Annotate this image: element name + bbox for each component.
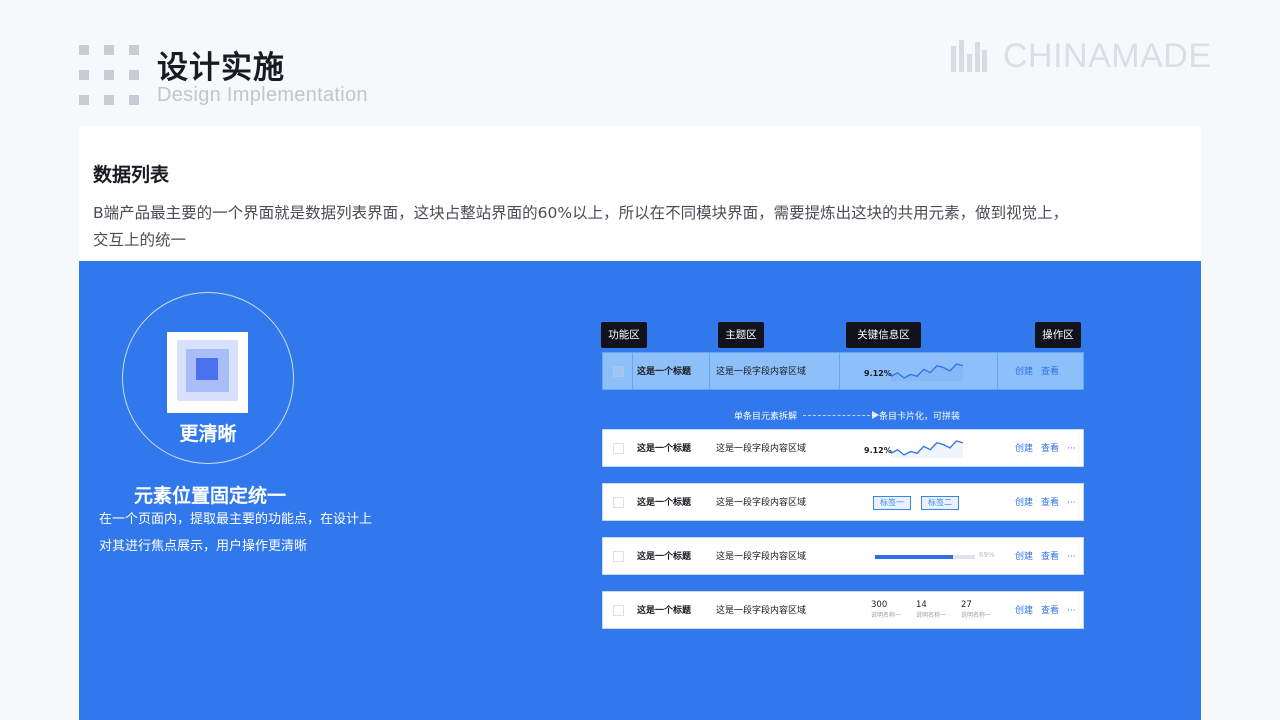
view-link[interactable]: 查看 — [1041, 552, 1059, 562]
row-title: 这是一个标题 — [637, 367, 692, 377]
zone-tag-key-info: 关键信息区 — [846, 322, 921, 348]
feature-badge-label: 更清晰 — [179, 423, 237, 445]
create-link[interactable]: 创建 — [1015, 367, 1033, 377]
list-item[interactable]: 这是一个标题 这是一段字段内容区域 300 说明名称一 14 说明名称一 27 … — [602, 591, 1084, 629]
stat-value: 300 — [871, 600, 888, 610]
progress-label: 69% — [979, 551, 995, 559]
page-title: 设计实施 — [157, 50, 285, 86]
layers-square-icon — [167, 332, 248, 413]
feature-description: 在一个页面内，提取最主要的功能点，在设计上对其进行焦点展示，用户操作更清晰 — [99, 512, 373, 554]
row-checkbox[interactable] — [613, 497, 624, 508]
tag-pill[interactable]: 标签二 — [921, 496, 959, 510]
row-title: 这是一个标题 — [637, 552, 692, 562]
zone-tag-function: 功能区 — [601, 322, 647, 348]
create-link[interactable]: 创建 — [1015, 444, 1033, 454]
brand-logo: CHINAMADE — [951, 36, 1212, 75]
list-item[interactable]: 这是一个标题 这是一段字段内容区域 标签一 标签二 创建 查看 ··· — [602, 483, 1084, 521]
page-subtitle: Design Implementation — [157, 84, 368, 106]
view-link[interactable]: 查看 — [1041, 498, 1059, 508]
create-link[interactable]: 创建 — [1015, 552, 1033, 562]
progress-bar — [875, 555, 975, 559]
brand-name: CHINAMADE — [1003, 36, 1212, 75]
row-checkbox[interactable] — [613, 443, 624, 454]
row-checkbox[interactable] — [613, 551, 624, 562]
row-checkbox[interactable] — [613, 605, 624, 616]
row-checkbox[interactable] — [613, 366, 624, 377]
view-link[interactable]: 查看 — [1041, 444, 1059, 454]
sparkline-area — [891, 364, 963, 381]
card-label: 条目卡片化，可拼装 — [879, 412, 961, 422]
section-heading: 数据列表 — [93, 164, 170, 186]
stat-item: 27 说明名称一 — [961, 600, 991, 620]
intro-card: 数据列表 B端产品最主要的一个界面就是数据列表界面，这块占整站界面的60%以上，… — [79, 126, 1201, 261]
more-icon[interactable]: ··· — [1067, 606, 1076, 616]
stat-label: 说明名称一 — [961, 612, 992, 619]
dashed-arrow-line — [803, 415, 875, 416]
sparkline-area — [891, 441, 963, 458]
create-link[interactable]: 创建 — [1015, 498, 1033, 508]
stat-item: 300 说明名称一 — [871, 600, 901, 620]
list-item-highlighted[interactable]: 这是一个标题 这是一段字段内容区域 9.12% 创建 查看 — [602, 352, 1084, 390]
row-content: 这是一段字段内容区域 — [716, 606, 807, 616]
more-icon[interactable]: ··· — [1067, 444, 1076, 454]
row-title: 这是一个标题 — [637, 498, 692, 508]
grid-dots-icon — [79, 45, 139, 105]
zone-tag-subject: 主题区 — [718, 322, 764, 348]
create-link[interactable]: 创建 — [1015, 606, 1033, 616]
list-item[interactable]: 这是一个标题 这是一段字段内容区域 9.12% 创建 查看 ··· — [602, 429, 1084, 467]
zone-tag-actions: 操作区 — [1035, 322, 1081, 348]
sparkline-chart — [891, 440, 963, 458]
row-content: 这是一段字段内容区域 — [716, 444, 807, 454]
row-percent: 9.12% — [864, 369, 892, 378]
view-link[interactable]: 查看 — [1041, 606, 1059, 616]
stat-label: 说明名称一 — [871, 612, 902, 619]
brand-bars-icon — [951, 40, 987, 72]
row-title: 这是一个标题 — [637, 444, 692, 454]
more-icon[interactable]: ··· — [1067, 552, 1076, 562]
list-item[interactable]: 这是一个标题 这是一段字段内容区域 69% 创建 查看 ··· — [602, 537, 1084, 575]
stat-item: 14 说明名称一 — [916, 600, 946, 620]
view-link[interactable]: 查看 — [1041, 367, 1059, 377]
stat-value: 27 — [961, 600, 972, 610]
row-content: 这是一段字段内容区域 — [716, 498, 807, 508]
stat-label: 说明名称一 — [916, 612, 947, 619]
row-content: 这是一段字段内容区域 — [716, 552, 807, 562]
progress-bar-fill — [875, 555, 953, 559]
row-percent: 9.12% — [864, 446, 892, 455]
showcase-panel: 更清晰 元素位置固定统一 在一个页面内，提取最主要的功能点，在设计上对其进行焦点… — [79, 261, 1201, 720]
row-content: 这是一段字段内容区域 — [716, 367, 807, 377]
feature-title: 元素位置固定统一 — [134, 485, 287, 507]
section-description: B端产品最主要的一个界面就是数据列表界面，这块占整站界面的60%以上，所以在不同… — [93, 204, 1069, 249]
tag-pill[interactable]: 标签一 — [873, 496, 911, 510]
stat-value: 14 — [916, 600, 927, 610]
row-title: 这是一个标题 — [637, 606, 692, 616]
more-icon[interactable]: ··· — [1067, 498, 1076, 508]
sparkline-chart — [891, 363, 963, 381]
arrow-head-icon — [872, 411, 879, 419]
split-label: 单条目元素拆解 — [734, 412, 798, 422]
